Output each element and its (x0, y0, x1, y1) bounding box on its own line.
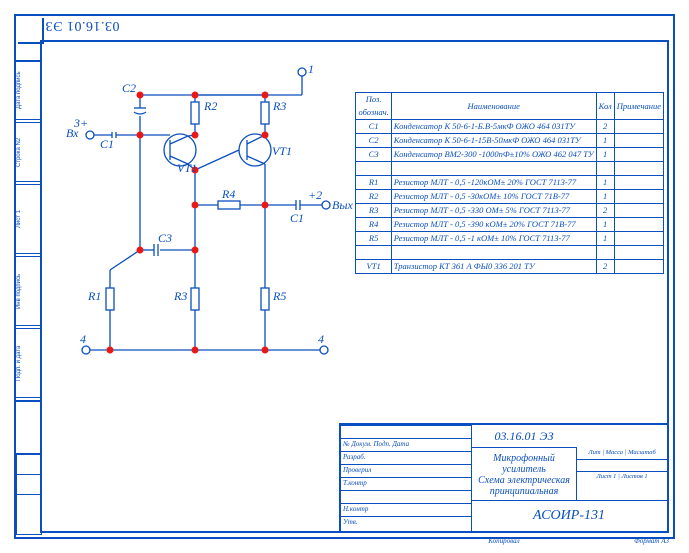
bom-row: R5Резистор МЛТ - 0,5 -1 кОМ± 10% ГОСТ 71… (356, 232, 664, 246)
label-c1b: С1 (290, 211, 304, 225)
margin-cell: Лист 1 (16, 184, 40, 254)
bom-row: R2Резистор МЛТ - 0,5 -30кОМ± 10% ГОСТ 71… (356, 190, 664, 204)
stamp-left: № Докум. Подп. Дата Разраб. Проверил Т.к… (341, 425, 472, 531)
drawing-code-rotated: 03.16.01 ЭЗ (45, 17, 119, 33)
label-r1: R1 (87, 289, 101, 303)
junction-nodes (107, 92, 268, 353)
label-r5: R5 (272, 289, 286, 303)
stamp-code: 03.16.01 ЭЗ (471, 425, 577, 448)
margin-cell: Дата подпись (16, 60, 40, 120)
margin-cell: Подп. и дата (16, 328, 40, 398)
term-3: 3+ (74, 116, 88, 131)
term-2: +2 (308, 188, 322, 203)
margin-cell: Строка N2 (16, 122, 40, 182)
bom-row: С2Конденсатор К 50-6-1-15В-50мкФ ОЖО 464… (356, 134, 664, 148)
label-r2: R2 (203, 99, 217, 113)
stamp-right: Лит | Масса | Масштаб Лист 1 | Листов 1 (576, 447, 667, 501)
schematic: С2 С1 R2 R3 VT1 VT1 R4 С1 С3 R1 R3 R5 Вх… (40, 40, 400, 400)
bom-table: Поз. обознач. Наименование Кол Примечани… (355, 92, 664, 274)
tick (16, 400, 40, 402)
label-r4: R4 (221, 187, 235, 201)
bom-head-note: Примечание (614, 93, 663, 120)
bom-head-pos: Поз. обознач. (356, 93, 391, 120)
left-bottom-stub (16, 453, 42, 535)
margin-cell: Инв подпись (16, 256, 40, 326)
label-c3: С3 (158, 231, 172, 245)
label-c2: С2 (122, 81, 136, 95)
schematic-svg: С2 С1 R2 R3 VT1 VT1 R4 С1 С3 R1 R3 R5 (40, 40, 400, 400)
tick (16, 60, 40, 62)
label-r3: R3 (272, 99, 286, 113)
bom-row: R1Резистор МЛТ - 0,5 -120кОМ± 20% ГОСТ 7… (356, 176, 664, 190)
label-r3b: R3 (173, 289, 187, 303)
bom-row: R3Резистор МЛТ - 0,5 -330 ОМ± 5% ГОСТ 71… (356, 204, 664, 218)
bom-row (356, 162, 664, 176)
label-c1: С1 (100, 137, 114, 151)
bom-head-name: Наименование (391, 93, 596, 120)
term-out: Вых (332, 198, 353, 213)
label-vt1b: VT1 (272, 144, 292, 158)
term-1: 1 (308, 62, 314, 77)
drawing-canvas: 03.16.01 ЭЗ Дата подпись Строка N2 Лист … (0, 0, 689, 553)
term-4a: 4 (80, 332, 86, 347)
title-block: № Докум. Подп. Дата Разраб. Проверил Т.к… (339, 423, 669, 533)
bom-row: R4Резистор МЛТ - 0,5 -390 кОМ± 20% ГОСТ … (356, 218, 664, 232)
bom-head-qty: Кол (596, 93, 614, 120)
bom-row (356, 246, 664, 260)
bom-row: С3Конденсатор ВМ2-300 -1000пФ±10% ОЖО 46… (356, 148, 664, 162)
stamp-project: АСОИР-131 (471, 500, 667, 531)
bom-row: С1Конденсатор К 50-6-1-Б.В-5мкФ ОЖО 464 … (356, 120, 664, 134)
label-vt1: VT1 (177, 161, 197, 175)
stamp-title: Микрофонный усилитель Схема электрическа… (471, 447, 577, 501)
bom-header: Поз. обознач. Наименование Кол Примечани… (356, 93, 664, 120)
stamp-rt-sheet: Лист 1 | Листов 1 (577, 471, 667, 483)
stamp-format: Формат А3 (634, 537, 669, 545)
bom-row: VT1Транзистор КТ 361 А ФЫ0 336 201 ТУ2 (356, 260, 664, 274)
stamp-copy: Копировал (488, 537, 519, 545)
term-4b: 4 (318, 332, 324, 347)
stamp-row: Утв. (341, 516, 471, 532)
